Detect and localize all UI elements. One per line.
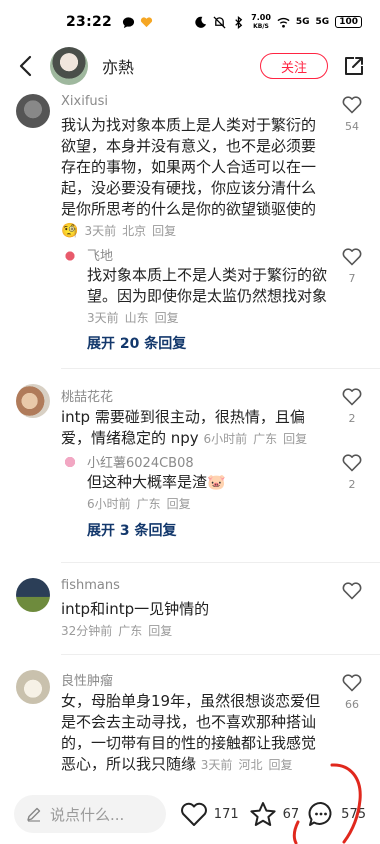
net-speed: 7.00 KB/S — [251, 12, 271, 30]
collect-count: 67 — [282, 806, 300, 822]
reply-author[interactable]: 飞地 — [87, 245, 113, 264]
comment-input[interactable]: 说点什么... — [14, 795, 166, 833]
comment-like-button[interactable]: 54 — [340, 96, 364, 133]
heart-icon — [342, 582, 362, 600]
reply-avatar[interactable] — [62, 454, 78, 470]
heart-icon — [342, 248, 362, 266]
heart-icon — [342, 388, 362, 406]
expand-replies-link[interactable]: 展开 3 条回复 — [87, 520, 177, 540]
pencil-icon — [27, 807, 41, 822]
status-bar: 23:22 7.00 KB/S 5G 5G 100 — [0, 0, 380, 44]
comment-text[interactable]: 我认为找对象本质上是人类对于繁衍的欲望，本身并没有意义，也不是必须要存在的事物，… — [61, 115, 323, 242]
comment-like-count: 2 — [348, 412, 356, 425]
reply-link[interactable]: 回复 — [148, 624, 172, 638]
comment-like-count: 54 — [345, 120, 359, 133]
reply-author[interactable]: 小红薯6024CB08 — [87, 452, 194, 471]
back-button[interactable] — [14, 55, 36, 77]
follow-button[interactable]: 关注 — [260, 53, 328, 79]
comment-author[interactable]: fishmans — [61, 578, 120, 593]
comment-meta: 🧐 3天前 北京 回复 — [61, 223, 177, 239]
reply-link[interactable]: 回复 — [167, 497, 191, 511]
reply-link[interactable]: 回复 — [268, 758, 292, 772]
comment-like-button[interactable] — [340, 582, 364, 600]
author-avatar[interactable] — [50, 47, 88, 85]
comment-text[interactable]: intp和intp一见钟情的 32分钟前 广东 回复 — [61, 599, 323, 642]
reply-meta: 3天前 山东 回复 — [87, 311, 179, 325]
like-button[interactable]: 171 — [180, 802, 239, 827]
reply-meta: 6小时前 广东 回复 — [87, 497, 191, 511]
divider — [61, 368, 380, 369]
comment-text[interactable]: intp 需要碰到很主动，很热情，且偏爱，情绪稳定的 npy 6小时前 广东 回复 — [61, 407, 323, 450]
reply-like-count: 2 — [348, 478, 356, 491]
reply-text[interactable]: 找对象本质上不是人类对于繁衍的欲望。因为即使你是太监仍然想找对象 3天前 山东 回复 — [87, 265, 327, 329]
comment-like-button[interactable]: 66 — [340, 674, 364, 711]
expand-replies-link[interactable]: 展开 20 条回复 — [87, 333, 186, 353]
comment-count: 575 — [341, 806, 366, 822]
commenter-avatar[interactable] — [16, 94, 50, 128]
reply-like-button[interactable]: 7 — [340, 248, 364, 285]
mute-bell-icon — [213, 15, 226, 29]
divider — [61, 562, 380, 563]
comment-text[interactable]: 女，母胎单身19年，虽然很想谈恋爱但是不会去主动寻找，也不喜欢那种搭讪的，一切带… — [61, 691, 323, 776]
comment-meta: 3天前 河北 回复 — [200, 758, 293, 772]
reply-avatar[interactable] — [62, 248, 78, 264]
chat-bubble-icon — [123, 16, 135, 28]
comment-list: Xixifusi 我认为找对象本质上是人类对于繁衍的欲望，本身并没有意义，也不是… — [0, 88, 380, 784]
reply-link[interactable]: 回复 — [152, 224, 176, 238]
like-count: 171 — [213, 806, 239, 822]
heart-icon — [180, 802, 207, 826]
wifi-icon — [277, 17, 290, 28]
bottom-bar: 说点什么... 171 67 575 — [0, 784, 380, 844]
author-name[interactable]: 亦熱 — [102, 54, 134, 78]
commenter-avatar[interactable] — [16, 384, 50, 418]
signal-1: 5G — [295, 17, 310, 27]
comment-bubble-icon — [308, 801, 332, 826]
reply-link[interactable]: 回复 — [283, 432, 307, 446]
reply-like-button[interactable]: 2 — [340, 454, 364, 491]
comment-button[interactable]: 575 — [307, 800, 366, 828]
star-icon — [250, 801, 276, 826]
comment-like-button[interactable]: 2 — [340, 388, 364, 425]
divider — [61, 654, 380, 655]
status-time: 23:22 — [66, 14, 113, 30]
reply-like-count: 7 — [348, 272, 356, 285]
header: 亦熱 关注 — [0, 44, 380, 88]
comment-meta: 32分钟前 广东 回复 — [61, 624, 173, 638]
signal-2: 5G — [315, 17, 330, 27]
chevron-left-icon — [19, 55, 32, 77]
heart-badge-icon — [140, 16, 153, 27]
heart-icon — [342, 96, 362, 114]
bluetooth-icon — [235, 15, 243, 29]
comment-input-placeholder: 说点什么... — [50, 805, 125, 824]
share-icon — [345, 57, 363, 75]
comment-author[interactable]: Xixifusi — [61, 94, 108, 109]
heart-icon — [342, 674, 362, 692]
comment-like-count: 66 — [345, 698, 359, 711]
battery-indicator: 100 — [335, 16, 362, 28]
comment-author[interactable]: 桃喆花花 — [61, 386, 113, 405]
heart-icon — [342, 454, 362, 472]
moon-icon — [195, 16, 207, 28]
reply-link[interactable]: 回复 — [155, 311, 179, 325]
share-button[interactable] — [342, 54, 366, 78]
comment-meta: 6小时前 广东 回复 — [203, 432, 308, 446]
comment-author[interactable]: 良性肿瘤 — [61, 670, 113, 689]
reply-text[interactable]: 但这种大概率是渣🐷 6小时前 广东 回复 — [87, 472, 327, 515]
commenter-avatar[interactable] — [16, 670, 50, 704]
commenter-avatar[interactable] — [16, 578, 50, 612]
collect-button[interactable]: 67 — [249, 801, 300, 828]
